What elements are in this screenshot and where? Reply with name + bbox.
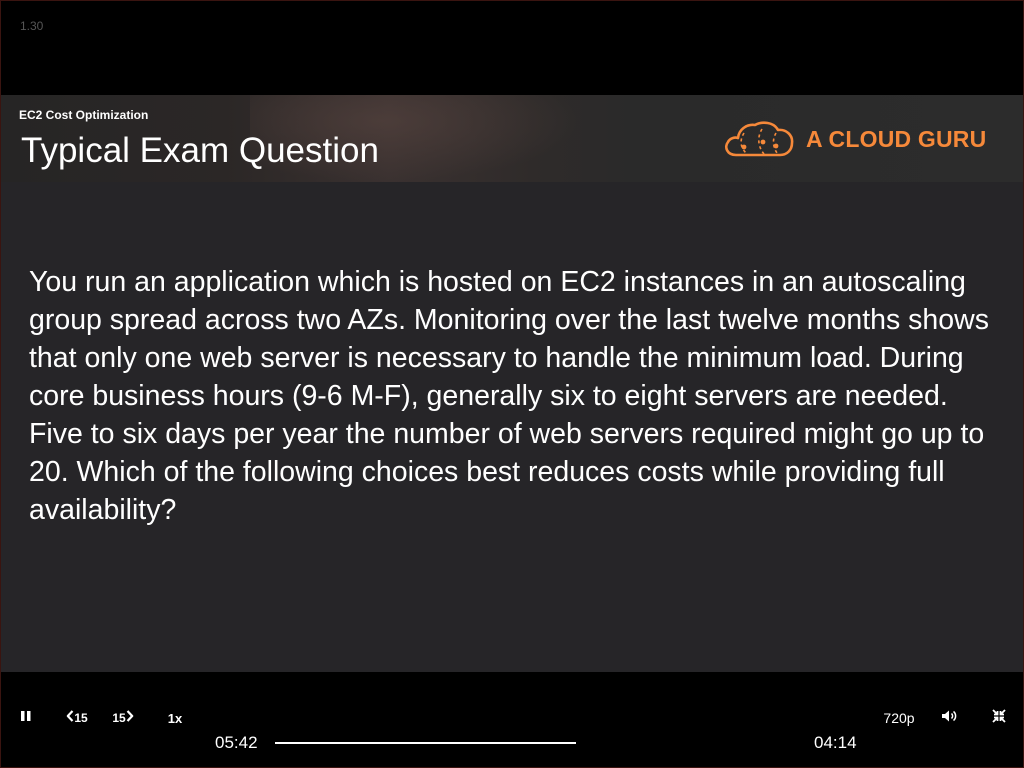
rewind-label: 15 xyxy=(74,711,88,725)
video-player[interactable]: 1.30 EC2 Cost Optimization Typical Exam … xyxy=(0,0,1024,768)
progress-fill xyxy=(275,742,576,744)
quality-button[interactable]: 720p xyxy=(878,679,920,757)
exit-fullscreen-button[interactable] xyxy=(986,679,1012,757)
pause-icon xyxy=(20,709,32,727)
remaining-time: 04:14 xyxy=(814,733,857,752)
section-label: EC2 Cost Optimization xyxy=(19,108,149,122)
volume-icon xyxy=(941,709,958,728)
rewind-15-button[interactable]: 15 xyxy=(60,679,94,757)
exit-fullscreen-icon xyxy=(992,708,1006,728)
progress-bar[interactable] xyxy=(275,742,576,744)
cloud-logo-icon xyxy=(722,117,796,161)
forward-label: 15 xyxy=(112,711,126,725)
question-text: You run an application which is hosted o… xyxy=(29,266,989,526)
pause-button[interactable] xyxy=(12,679,40,757)
slide: EC2 Cost Optimization Typical Exam Quest… xyxy=(0,95,1024,672)
volume-button[interactable] xyxy=(936,679,962,757)
logo-text: A CLOUD GURU xyxy=(806,125,987,152)
control-bar: 15 15 1x 05:42 04:14 720p xyxy=(0,704,1024,768)
chevron-left-icon xyxy=(66,709,74,727)
slide-header: EC2 Cost Optimization Typical Exam Quest… xyxy=(0,95,1024,182)
forward-15-button[interactable]: 15 xyxy=(106,679,140,757)
brand-logo: A CLOUD GURU xyxy=(722,117,986,161)
slide-title: Typical Exam Question xyxy=(21,131,379,170)
playback-speed-button[interactable]: 1x xyxy=(160,679,190,757)
top-counter: 1.30 xyxy=(20,19,44,33)
chevron-right-icon xyxy=(126,709,134,727)
elapsed-time: 05:42 xyxy=(215,733,258,752)
